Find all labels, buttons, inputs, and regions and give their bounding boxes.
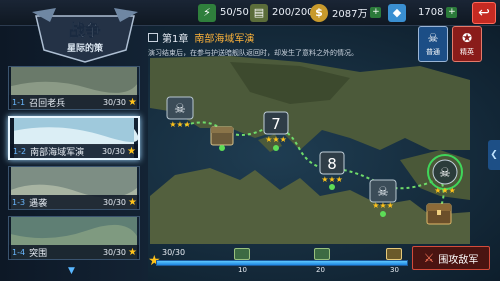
milestone-label: 20: [316, 266, 325, 274]
milestone-label: 30: [390, 266, 399, 274]
supply-value: 200/200: [272, 7, 314, 18]
supply-icon: ▤: [250, 3, 268, 22]
energy-icon: ⚡: [198, 3, 216, 22]
svg-text:8: 8: [327, 155, 337, 173]
stage-name: 南部海域军演: [30, 147, 85, 158]
stage-name: 遇袭: [29, 198, 48, 209]
book-icon: [148, 33, 158, 42]
reward-chest-1[interactable]: [234, 248, 250, 260]
svg-text:☠: ☠: [377, 185, 389, 200]
star-icon: ★: [127, 145, 136, 157]
add-diamond-button[interactable]: +: [446, 7, 458, 18]
stage-progress: 30/30: [102, 97, 127, 107]
elite-emblem-icon: ✪: [461, 31, 473, 45]
star-icon: ★: [128, 196, 137, 208]
normal-mode-button[interactable]: ☠ 普通: [418, 26, 448, 62]
side-expand-tab[interactable]: ❮: [488, 140, 500, 170]
stage-progress: 30/30: [101, 146, 126, 156]
logo-subtitle: 星际的策: [67, 42, 104, 54]
svg-text:7: 7: [271, 115, 281, 133]
svg-text:☠: ☠: [439, 166, 451, 181]
skull-icon: ☠: [427, 31, 439, 45]
raid-enemy-button[interactable]: ⚔ 围攻敌军: [412, 246, 490, 270]
diamond-counter: ◆ 1708 +: [388, 3, 458, 22]
svg-text:★★★: ★★★: [434, 186, 456, 195]
energy-counter: ⚡ 50/50: [198, 3, 249, 22]
chevron-left-icon: ❮: [490, 150, 498, 160]
elite-mode-label: 精英: [460, 48, 474, 56]
normal-mode-label: 普通: [426, 48, 440, 56]
milestone-label: 10: [238, 266, 247, 274]
chapter-number: 第1章: [162, 34, 189, 45]
game-screen: ☠ ★★★ 7 ★★★ 8 ★★★ ☠ ★★★ ☠ ★★★ ⚡ 50/50 ▤ …: [0, 0, 500, 281]
star-progress-bar: [156, 260, 408, 266]
chapter-header: 第1章 南部海域军演 演习结束后，在参与护送暗舰队返回时，却发生了意料之外的情况…: [148, 30, 416, 60]
star-icon: ★: [128, 246, 137, 258]
supply-counter: ▤ 200/200: [250, 3, 314, 22]
stage-progress: 30/30: [102, 247, 127, 257]
reward-chest-2[interactable]: [314, 248, 330, 260]
diamond-value: 1708: [418, 7, 444, 18]
map-node-skull-1[interactable]: ☠ ★★★: [166, 96, 194, 129]
stage-number: 1-2: [13, 146, 27, 156]
star-progress-fill: [157, 261, 407, 265]
gold-coin-icon: $: [310, 3, 328, 22]
stage-number: 1-3: [12, 197, 26, 207]
chapter-name: 南部海域军演: [194, 34, 255, 45]
star-icon: ★: [128, 96, 137, 108]
star-progress-text: 30/30: [162, 248, 186, 257]
svg-text:★★★: ★★★: [265, 135, 287, 144]
stage-progress: 30/30: [102, 197, 127, 207]
stage-item-1-1[interactable]: 1-1 召回老兵 30/30 ★: [8, 66, 140, 110]
gold-value: 2087万: [332, 9, 368, 20]
stage-name: 突围: [29, 248, 48, 259]
logo-title: 战争: [69, 21, 101, 40]
stage-name: 召回老兵: [29, 98, 66, 109]
crossed-swords-icon: ⚔: [423, 251, 435, 265]
star-progress-panel: ★ 30/30 10 20 30: [148, 244, 408, 281]
game-logo: 战争 星际的策: [32, 8, 138, 63]
stage-item-1-2[interactable]: 1-2 南部海域军演 30/30 ★: [8, 116, 140, 160]
elite-mode-button[interactable]: ✪ 精英: [452, 26, 482, 62]
scroll-down-icon[interactable]: ▼: [68, 266, 75, 276]
map-node-chest-2[interactable]: [426, 203, 452, 225]
gold-counter: $ 2087万 +: [310, 3, 382, 22]
svg-text:☠: ☠: [174, 102, 186, 117]
back-arrow-icon: ↩: [478, 5, 490, 21]
back-button[interactable]: ↩: [472, 2, 496, 24]
add-gold-button[interactable]: +: [370, 7, 382, 18]
reward-chest-3[interactable]: [386, 248, 402, 260]
stage-item-1-3[interactable]: 1-3 遇袭 30/30 ★: [8, 166, 140, 210]
chapter-description: 演习结束后，在参与护送暗舰队返回时，却发生了意料之外的情况。: [148, 49, 358, 57]
stage-number: 1-1: [12, 97, 26, 107]
stage-item-1-4[interactable]: 1-4 突围 30/30 ★: [8, 216, 140, 260]
svg-text:★★★: ★★★: [169, 120, 191, 129]
svg-text:★★★: ★★★: [372, 201, 394, 210]
energy-value: 50/50: [220, 7, 249, 18]
svg-text:★★★: ★★★: [321, 175, 343, 184]
raid-button-label: 围攻敌军: [438, 254, 479, 266]
diamond-icon: ◆: [388, 3, 406, 22]
stage-number: 1-4: [12, 247, 26, 257]
